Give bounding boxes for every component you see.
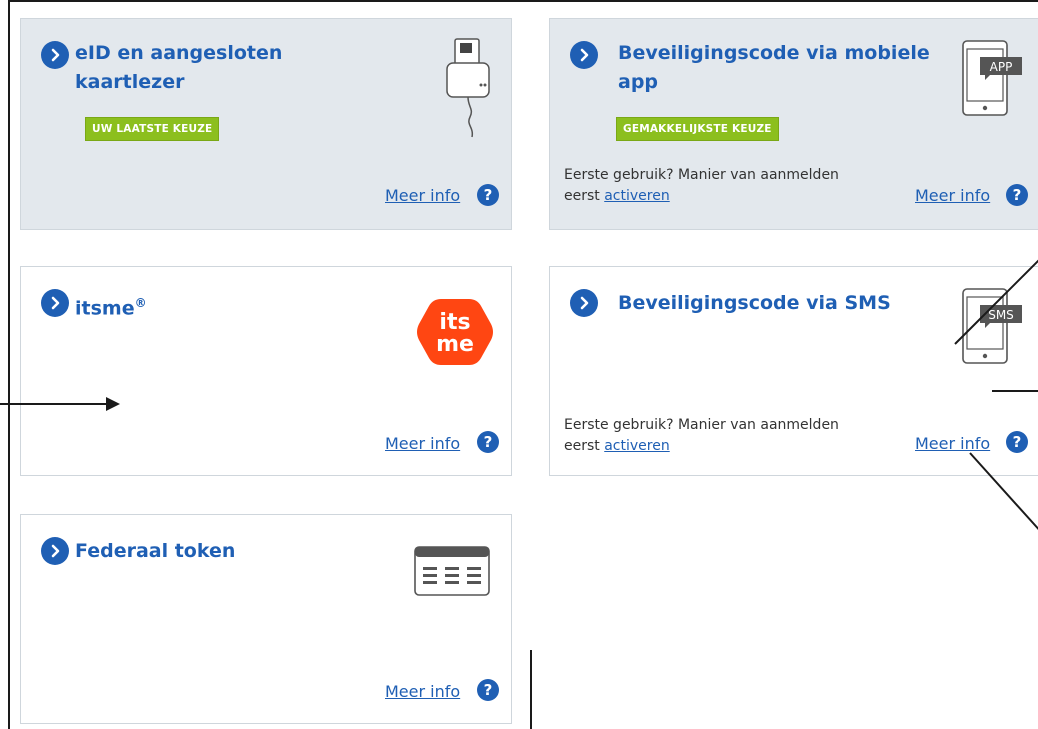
annotation-line	[530, 650, 532, 729]
chevron-right-icon	[570, 289, 598, 317]
activate-link[interactable]: activeren	[604, 188, 670, 204]
card-title[interactable]: Beveiligingscode via SMS	[618, 289, 891, 318]
app-icon-label: APP	[990, 60, 1013, 74]
annotation-arrow-line	[0, 403, 108, 405]
card-title[interactable]: itsme®	[75, 289, 147, 323]
help-icon[interactable]: ?	[477, 679, 499, 701]
more-info-link[interactable]: Meer info	[915, 185, 990, 207]
more-info-link[interactable]: Meer info	[385, 681, 460, 703]
token-icon	[413, 545, 493, 599]
card-reader-icon	[444, 37, 494, 141]
help-icon[interactable]: ?	[477, 431, 499, 453]
itsme-logo: its me	[413, 297, 493, 367]
card-eid[interactable]: eID en aangesloten kaartlezer UW LAATSTE…	[20, 18, 512, 230]
svg-text:me: me	[436, 332, 474, 357]
help-icon[interactable]: ?	[477, 184, 499, 206]
help-icon[interactable]: ?	[1006, 431, 1028, 453]
card-title[interactable]: eID en aangesloten kaartlezer	[75, 39, 282, 97]
card-title[interactable]: Beveiligingscode via mobiele app	[618, 39, 930, 97]
card-sms[interactable]: Beveiligingscode via SMS SMS Eerste gebr…	[549, 266, 1038, 476]
annotation-arrowhead	[106, 397, 120, 411]
chevron-right-icon	[41, 537, 69, 565]
card-federal-token[interactable]: Federaal token Meer info ?	[20, 514, 512, 724]
frame-top-line	[8, 0, 1038, 2]
more-info-link[interactable]: Meer info	[385, 185, 460, 207]
first-use-note: Eerste gebruik? Manier van aanmelden eer…	[564, 417, 839, 454]
activate-link[interactable]: activeren	[604, 438, 670, 454]
first-use-note: Eerste gebruik? Manier van aanmelden eer…	[564, 167, 839, 204]
more-info-link[interactable]: Meer info	[385, 433, 460, 455]
card-itsme[interactable]: itsme® its me Meer info ?	[20, 266, 512, 476]
phone-app-icon: APP	[960, 39, 1026, 117]
annotation-line	[992, 390, 1038, 392]
card-title[interactable]: Federaal token	[75, 537, 235, 566]
easiest-choice-badge: GEMAKKELIJKSTE KEUZE	[616, 117, 779, 141]
last-choice-badge: UW LAATSTE KEUZE	[85, 117, 220, 141]
more-info-link[interactable]: Meer info	[915, 433, 990, 455]
chevron-right-icon	[41, 289, 69, 317]
sms-icon-label: SMS	[988, 308, 1014, 322]
help-icon[interactable]: ?	[1006, 184, 1028, 206]
frame-left-line	[8, 0, 10, 729]
chevron-right-icon	[41, 41, 69, 69]
card-mobile-app[interactable]: Beveiligingscode via mobiele app GEMAKKE…	[549, 18, 1038, 230]
chevron-right-icon	[570, 41, 598, 69]
